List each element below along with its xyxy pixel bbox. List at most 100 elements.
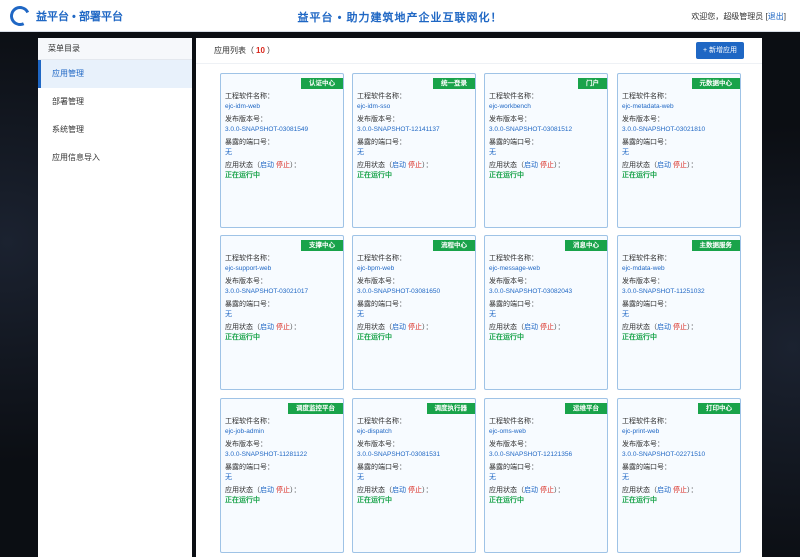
app-card[interactable]: 统一登录 工程软件名称： ejc-idm-sso 发布版本号： 3.0.0-SNAPSH… xyxy=(352,73,476,228)
app-card[interactable]: 主数据服务 工程软件名称： ejc-mdata-web 发布版本号： 3.0.0-SNA… xyxy=(617,235,741,390)
start-button[interactable]: 启动 xyxy=(392,324,406,331)
name-label: 工程软件名称： xyxy=(357,93,406,100)
start-button[interactable]: 启动 xyxy=(392,487,406,494)
stop-button[interactable]: 停止 xyxy=(673,162,687,169)
app-name: ejc-dispatch xyxy=(357,428,392,435)
running-status: 正在运行中 xyxy=(622,497,657,504)
app-port: 无 xyxy=(489,474,496,481)
stop-button[interactable]: 停止 xyxy=(408,324,422,331)
app-name: ejc-oms-web xyxy=(489,428,526,435)
app-card[interactable]: 元数据中心 工程软件名称： ejc-metadata-web 发布版本号： 3.0.0-… xyxy=(617,73,741,228)
port-label: 暴露的端口号： xyxy=(225,464,274,471)
port-label: 暴露的端口号： xyxy=(622,301,671,308)
app-port: 无 xyxy=(225,474,232,481)
status-label: 应用状态（ xyxy=(357,487,392,494)
logout-link[interactable]: 退出 xyxy=(768,12,784,21)
start-button[interactable]: 启动 xyxy=(392,162,406,169)
status-row: 应用状态（启动 停止）： xyxy=(489,161,603,171)
app-tag: 打印中心 xyxy=(698,403,740,414)
running-status: 正在运行中 xyxy=(225,172,260,179)
stop-button[interactable]: 停止 xyxy=(540,487,554,494)
app-card[interactable]: 门户 工程软件名称： ejc-workbench 发布版本号： 3.0.0-SNAPSH… xyxy=(484,73,608,228)
port-label: 暴露的端口号： xyxy=(489,139,538,146)
app-name: ejc-idm-sso xyxy=(357,103,391,110)
sidebar-item-app-import[interactable]: 应用信息导入 xyxy=(38,144,192,172)
app-card[interactable]: 调度执行器 工程软件名称： ejc-dispatch 发布版本号： 3.0.0-SNAP… xyxy=(352,398,476,553)
background-left xyxy=(0,32,38,557)
status-row: 应用状态（启动 停止）： xyxy=(357,486,471,496)
status-label: 应用状态（ xyxy=(225,324,260,331)
sidebar-item-system-management[interactable]: 系统管理 xyxy=(38,116,192,144)
app-card[interactable]: 认证中心 工程软件名称： ejc-idm-web 发布版本号： 3.0.0-SNAPSH… xyxy=(220,73,344,228)
app-tag: 调度监控平台 xyxy=(288,403,343,414)
status-close: ）： xyxy=(553,487,565,494)
status-row: 应用状态（启动 停止）： xyxy=(357,323,471,333)
start-button[interactable]: 启动 xyxy=(524,487,538,494)
status-label: 应用状态（ xyxy=(489,324,524,331)
stop-button[interactable]: 停止 xyxy=(276,324,290,331)
running-status: 正在运行中 xyxy=(489,334,524,341)
app-port: 无 xyxy=(357,311,364,318)
version-label: 发布版本号： xyxy=(225,278,267,285)
status-close: ）： xyxy=(421,324,433,331)
app-tag: 门户 xyxy=(578,78,607,89)
running-status: 正在运行中 xyxy=(622,172,657,179)
start-button[interactable]: 启动 xyxy=(657,324,671,331)
main-header: 应用列表（ 10） xyxy=(196,38,762,64)
stop-button[interactable]: 停止 xyxy=(408,162,422,169)
stop-button[interactable]: 停止 xyxy=(276,162,290,169)
status-row: 应用状态（启动 停止）： xyxy=(489,486,603,496)
main-panel: 应用列表（ 10） + 新增应用 认证中心 工程软件名称： ejc-idm-web 发布… xyxy=(196,38,762,557)
sidebar-item-app-management[interactable]: 应用管理 xyxy=(38,60,192,88)
start-button[interactable]: 启动 xyxy=(657,487,671,494)
app-version: 3.0.0-SNAPSHOT-03021810 xyxy=(622,126,706,133)
start-button[interactable]: 启动 xyxy=(260,487,274,494)
name-label: 工程软件名称： xyxy=(622,255,671,262)
status-row: 应用状态（启动 停止）： xyxy=(225,486,339,496)
name-label: 工程软件名称： xyxy=(357,418,406,425)
running-status: 正在运行中 xyxy=(357,172,392,179)
start-button[interactable]: 启动 xyxy=(260,324,274,331)
stop-button[interactable]: 停止 xyxy=(540,324,554,331)
start-button[interactable]: 启动 xyxy=(524,324,538,331)
app-port: 无 xyxy=(489,311,496,318)
stop-button[interactable]: 停止 xyxy=(408,487,422,494)
app-name: ejc-mdata-web xyxy=(622,265,665,272)
app-card[interactable]: 消息中心 工程软件名称： ejc-message-web 发布版本号： 3.0.0-SN… xyxy=(484,235,608,390)
stop-button[interactable]: 停止 xyxy=(540,162,554,169)
running-status: 正在运行中 xyxy=(225,334,260,341)
start-button[interactable]: 启动 xyxy=(260,162,274,169)
status-row: 应用状态（启动 停止）： xyxy=(225,161,339,171)
name-label: 工程软件名称： xyxy=(225,418,274,425)
app-version: 3.0.0-SNAPSHOT-03081650 xyxy=(357,288,441,295)
app-version: 3.0.0-SNAPSHOT-03082043 xyxy=(489,288,573,295)
app-card[interactable]: 运维平台 工程软件名称： ejc-oms-web 发布版本号： 3.0.0-SNAPSH… xyxy=(484,398,608,553)
status-close: ）： xyxy=(686,324,698,331)
name-label: 工程软件名称： xyxy=(622,93,671,100)
running-status: 正在运行中 xyxy=(489,497,524,504)
start-button[interactable]: 启动 xyxy=(524,162,538,169)
stop-button[interactable]: 停止 xyxy=(673,487,687,494)
status-label: 应用状态（ xyxy=(225,487,260,494)
status-label: 应用状态（ xyxy=(622,162,657,169)
app-version: 3.0.0-SNAPSHOT-03081512 xyxy=(489,126,573,133)
user-prefix: 欢迎您， xyxy=(691,12,724,21)
background-right xyxy=(762,32,800,557)
stop-button[interactable]: 停止 xyxy=(276,487,290,494)
app-card[interactable]: 调度监控平台 工程软件名称： ejc-job-admin 发布版本号： 3.0.0-SN… xyxy=(220,398,344,553)
app-card[interactable]: 打印中心 工程软件名称： ejc-print-web 发布版本号： 3.0.0-SNAP… xyxy=(617,398,741,553)
stop-button[interactable]: 停止 xyxy=(673,324,687,331)
status-row: 应用状态（启动 停止）： xyxy=(489,323,603,333)
add-app-button[interactable]: + 新增应用 xyxy=(695,42,744,59)
start-button[interactable]: 启动 xyxy=(657,162,671,169)
app-port: 无 xyxy=(622,474,629,481)
app-card[interactable]: 支撑中心 工程软件名称： ejc-support-web 发布版本号： 3.0.0-SN… xyxy=(220,235,344,390)
status-close: ）： xyxy=(686,487,698,494)
app-card[interactable]: 流程中心 工程软件名称： ejc-bpm-web 发布版本号： 3.0.0-SNAPSH… xyxy=(352,235,476,390)
status-close: ）： xyxy=(289,162,301,169)
running-status: 正在运行中 xyxy=(225,497,260,504)
sidebar-item-deploy-management[interactable]: 部署管理 xyxy=(38,88,192,116)
version-label: 发布版本号： xyxy=(622,278,664,285)
app-tag: 元数据中心 xyxy=(691,78,740,89)
status-label: 应用状态（ xyxy=(357,162,392,169)
